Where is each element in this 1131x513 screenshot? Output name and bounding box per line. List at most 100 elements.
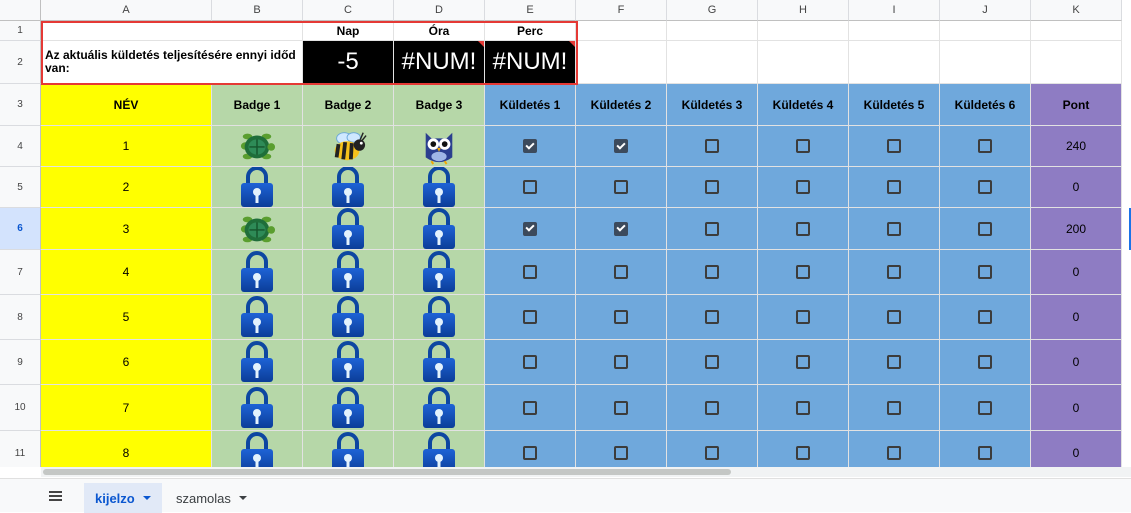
- mission-checkbox[interactable]: [796, 265, 810, 279]
- timer-header-1[interactable]: Óra: [394, 21, 485, 41]
- column-header-b[interactable]: B: [212, 0, 303, 21]
- badge-cell[interactable]: [394, 167, 485, 208]
- table-header-8[interactable]: Küldetés 5: [849, 84, 940, 126]
- mission-checkbox[interactable]: [796, 446, 810, 460]
- mission-checkbox[interactable]: [705, 400, 719, 415]
- table-header-4[interactable]: Küldetés 1: [485, 84, 576, 126]
- badge-cell[interactable]: [394, 385, 485, 431]
- empty-cell[interactable]: [667, 41, 758, 84]
- mission-checkbox[interactable]: [887, 265, 901, 279]
- mission-checkbox[interactable]: [978, 180, 992, 194]
- mission-cell[interactable]: [849, 208, 940, 250]
- mission-cell[interactable]: [576, 385, 667, 431]
- timer-value-2[interactable]: #NUM!: [485, 41, 576, 84]
- table-header-9[interactable]: Küldetés 6: [940, 84, 1031, 126]
- mission-cell[interactable]: [485, 167, 576, 208]
- mission-cell[interactable]: [849, 167, 940, 208]
- mission-checkbox[interactable]: [705, 221, 719, 236]
- all-sheets-button[interactable]: [44, 485, 66, 507]
- chevron-down-icon[interactable]: [238, 496, 247, 500]
- points-cell[interactable]: 0: [1031, 295, 1122, 340]
- mission-checkbox[interactable]: [614, 139, 628, 153]
- name-cell[interactable]: 2: [41, 167, 212, 208]
- mission-checkbox[interactable]: [614, 400, 628, 415]
- mission-checkbox[interactable]: [523, 180, 537, 194]
- table-header-2[interactable]: Badge 2: [303, 84, 394, 126]
- mission-cell[interactable]: [758, 385, 849, 431]
- row-header-7[interactable]: 7: [0, 250, 41, 295]
- mission-cell[interactable]: [940, 167, 1031, 208]
- mission-checkbox[interactable]: [705, 180, 719, 194]
- mission-cell[interactable]: [940, 340, 1031, 385]
- points-cell[interactable]: 240: [1031, 126, 1122, 167]
- mission-cell[interactable]: [667, 250, 758, 295]
- cell-a1[interactable]: [41, 21, 303, 41]
- mission-cell[interactable]: [758, 208, 849, 250]
- empty-cell[interactable]: [576, 21, 667, 41]
- row-header-3[interactable]: 3: [0, 84, 41, 126]
- badge-cell[interactable]: [394, 250, 485, 295]
- mission-checkbox[interactable]: [887, 310, 901, 324]
- badge-cell[interactable]: [212, 340, 303, 385]
- badge-cell[interactable]: [394, 208, 485, 250]
- badge-cell[interactable]: [212, 126, 303, 167]
- column-header-d[interactable]: D: [394, 0, 485, 21]
- timer-header-0[interactable]: Nap: [303, 21, 394, 41]
- points-cell[interactable]: 0: [1031, 250, 1122, 295]
- mission-checkbox[interactable]: [978, 400, 992, 415]
- badge-cell[interactable]: [394, 340, 485, 385]
- mission-cell[interactable]: [940, 208, 1031, 250]
- badge-cell[interactable]: [303, 126, 394, 167]
- mission-checkbox[interactable]: [978, 310, 992, 324]
- chevron-down-icon[interactable]: [142, 496, 151, 500]
- mission-checkbox[interactable]: [796, 400, 810, 415]
- select-all-corner[interactable]: [0, 0, 41, 21]
- mission-checkbox[interactable]: [705, 310, 719, 324]
- mission-checkbox[interactable]: [705, 355, 719, 369]
- mission-cell[interactable]: [485, 431, 576, 467]
- table-header-1[interactable]: Badge 1: [212, 84, 303, 126]
- mission-checkbox[interactable]: [978, 265, 992, 279]
- mission-cell[interactable]: [758, 295, 849, 340]
- mission-cell[interactable]: [485, 208, 576, 250]
- mission-cell[interactable]: [576, 208, 667, 250]
- table-header-7[interactable]: Küldetés 4: [758, 84, 849, 126]
- mission-checkbox[interactable]: [523, 355, 537, 369]
- badge-cell[interactable]: [303, 250, 394, 295]
- name-cell[interactable]: 7: [41, 385, 212, 431]
- row-header-10[interactable]: 10: [0, 385, 41, 431]
- empty-cell[interactable]: [758, 41, 849, 84]
- mission-checkbox[interactable]: [796, 310, 810, 324]
- mission-cell[interactable]: [667, 340, 758, 385]
- mission-checkbox[interactable]: [887, 446, 901, 460]
- timer-prompt[interactable]: Az aktuális küldetés teljesítésére ennyi…: [41, 41, 303, 84]
- sheet-tab-szamolas[interactable]: szamolas: [165, 483, 258, 513]
- timer-value-0[interactable]: -5: [303, 41, 394, 84]
- mission-checkbox[interactable]: [614, 221, 628, 236]
- name-cell[interactable]: 4: [41, 250, 212, 295]
- mission-checkbox[interactable]: [887, 180, 901, 194]
- mission-cell[interactable]: [576, 431, 667, 467]
- badge-cell[interactable]: [394, 431, 485, 467]
- mission-cell[interactable]: [667, 167, 758, 208]
- mission-checkbox[interactable]: [705, 265, 719, 279]
- row-header-9[interactable]: 9: [0, 340, 41, 385]
- mission-cell[interactable]: [576, 250, 667, 295]
- mission-cell[interactable]: [576, 340, 667, 385]
- horizontal-scrollbar[interactable]: [41, 467, 1131, 477]
- mission-cell[interactable]: [576, 126, 667, 167]
- empty-cell[interactable]: [940, 21, 1031, 41]
- badge-cell[interactable]: [303, 385, 394, 431]
- timer-value-1[interactable]: #NUM!: [394, 41, 485, 84]
- mission-cell[interactable]: [940, 431, 1031, 467]
- badge-cell[interactable]: [212, 250, 303, 295]
- badge-cell[interactable]: [212, 431, 303, 467]
- column-header-g[interactable]: G: [667, 0, 758, 21]
- badge-cell[interactable]: [303, 208, 394, 250]
- mission-cell[interactable]: [667, 295, 758, 340]
- mission-cell[interactable]: [485, 385, 576, 431]
- mission-cell[interactable]: [849, 295, 940, 340]
- mission-checkbox[interactable]: [978, 355, 992, 369]
- mission-checkbox[interactable]: [978, 221, 992, 236]
- table-header-6[interactable]: Küldetés 3: [667, 84, 758, 126]
